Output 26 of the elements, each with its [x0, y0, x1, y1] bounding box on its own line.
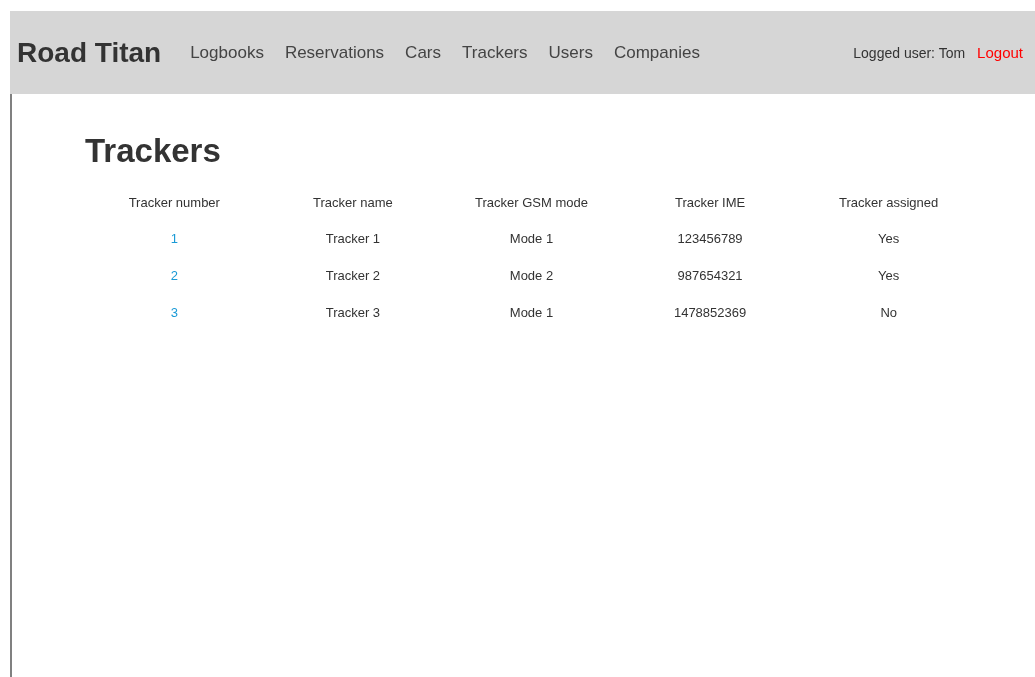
column-header: Tracker GSM mode [474, 193, 589, 212]
column-header: Tracker assigned [838, 193, 940, 212]
table-cell: 123456789 [677, 231, 743, 246]
table-cell: Tracker 1 [325, 231, 381, 246]
page-heading: Trackers [85, 131, 222, 171]
nav-link[interactable]: Reservations [284, 42, 385, 63]
table-cell: No [880, 305, 897, 320]
table-cell: Mode 2 [509, 268, 554, 283]
nav-link[interactable]: Users [548, 42, 593, 63]
brand-logo-text[interactable]: Road Titan [17, 36, 162, 69]
column-header: Tracker IME [673, 193, 747, 212]
column-header: Tracker name [312, 193, 394, 212]
table-cell: Tracker 3 [325, 305, 381, 320]
table-cell: Mode 1 [509, 231, 554, 246]
table-cell: Mode 1 [509, 305, 554, 320]
table-cell: Yes [878, 231, 900, 246]
table-cell: Yes [878, 268, 900, 283]
column-header: Tracker number [127, 193, 221, 212]
nav-link[interactable]: Companies [613, 42, 700, 63]
nav-link[interactable]: Trackers [462, 42, 528, 63]
nav-link[interactable]: Cars [405, 42, 441, 63]
logged-user-label: Logged user: Tom [853, 44, 966, 61]
table-cell: Tracker 2 [325, 268, 381, 283]
table-cell: 1478852369 [673, 305, 747, 320]
table-cell: 987654321 [677, 268, 743, 283]
nav-link[interactable]: Logbooks [190, 42, 264, 63]
